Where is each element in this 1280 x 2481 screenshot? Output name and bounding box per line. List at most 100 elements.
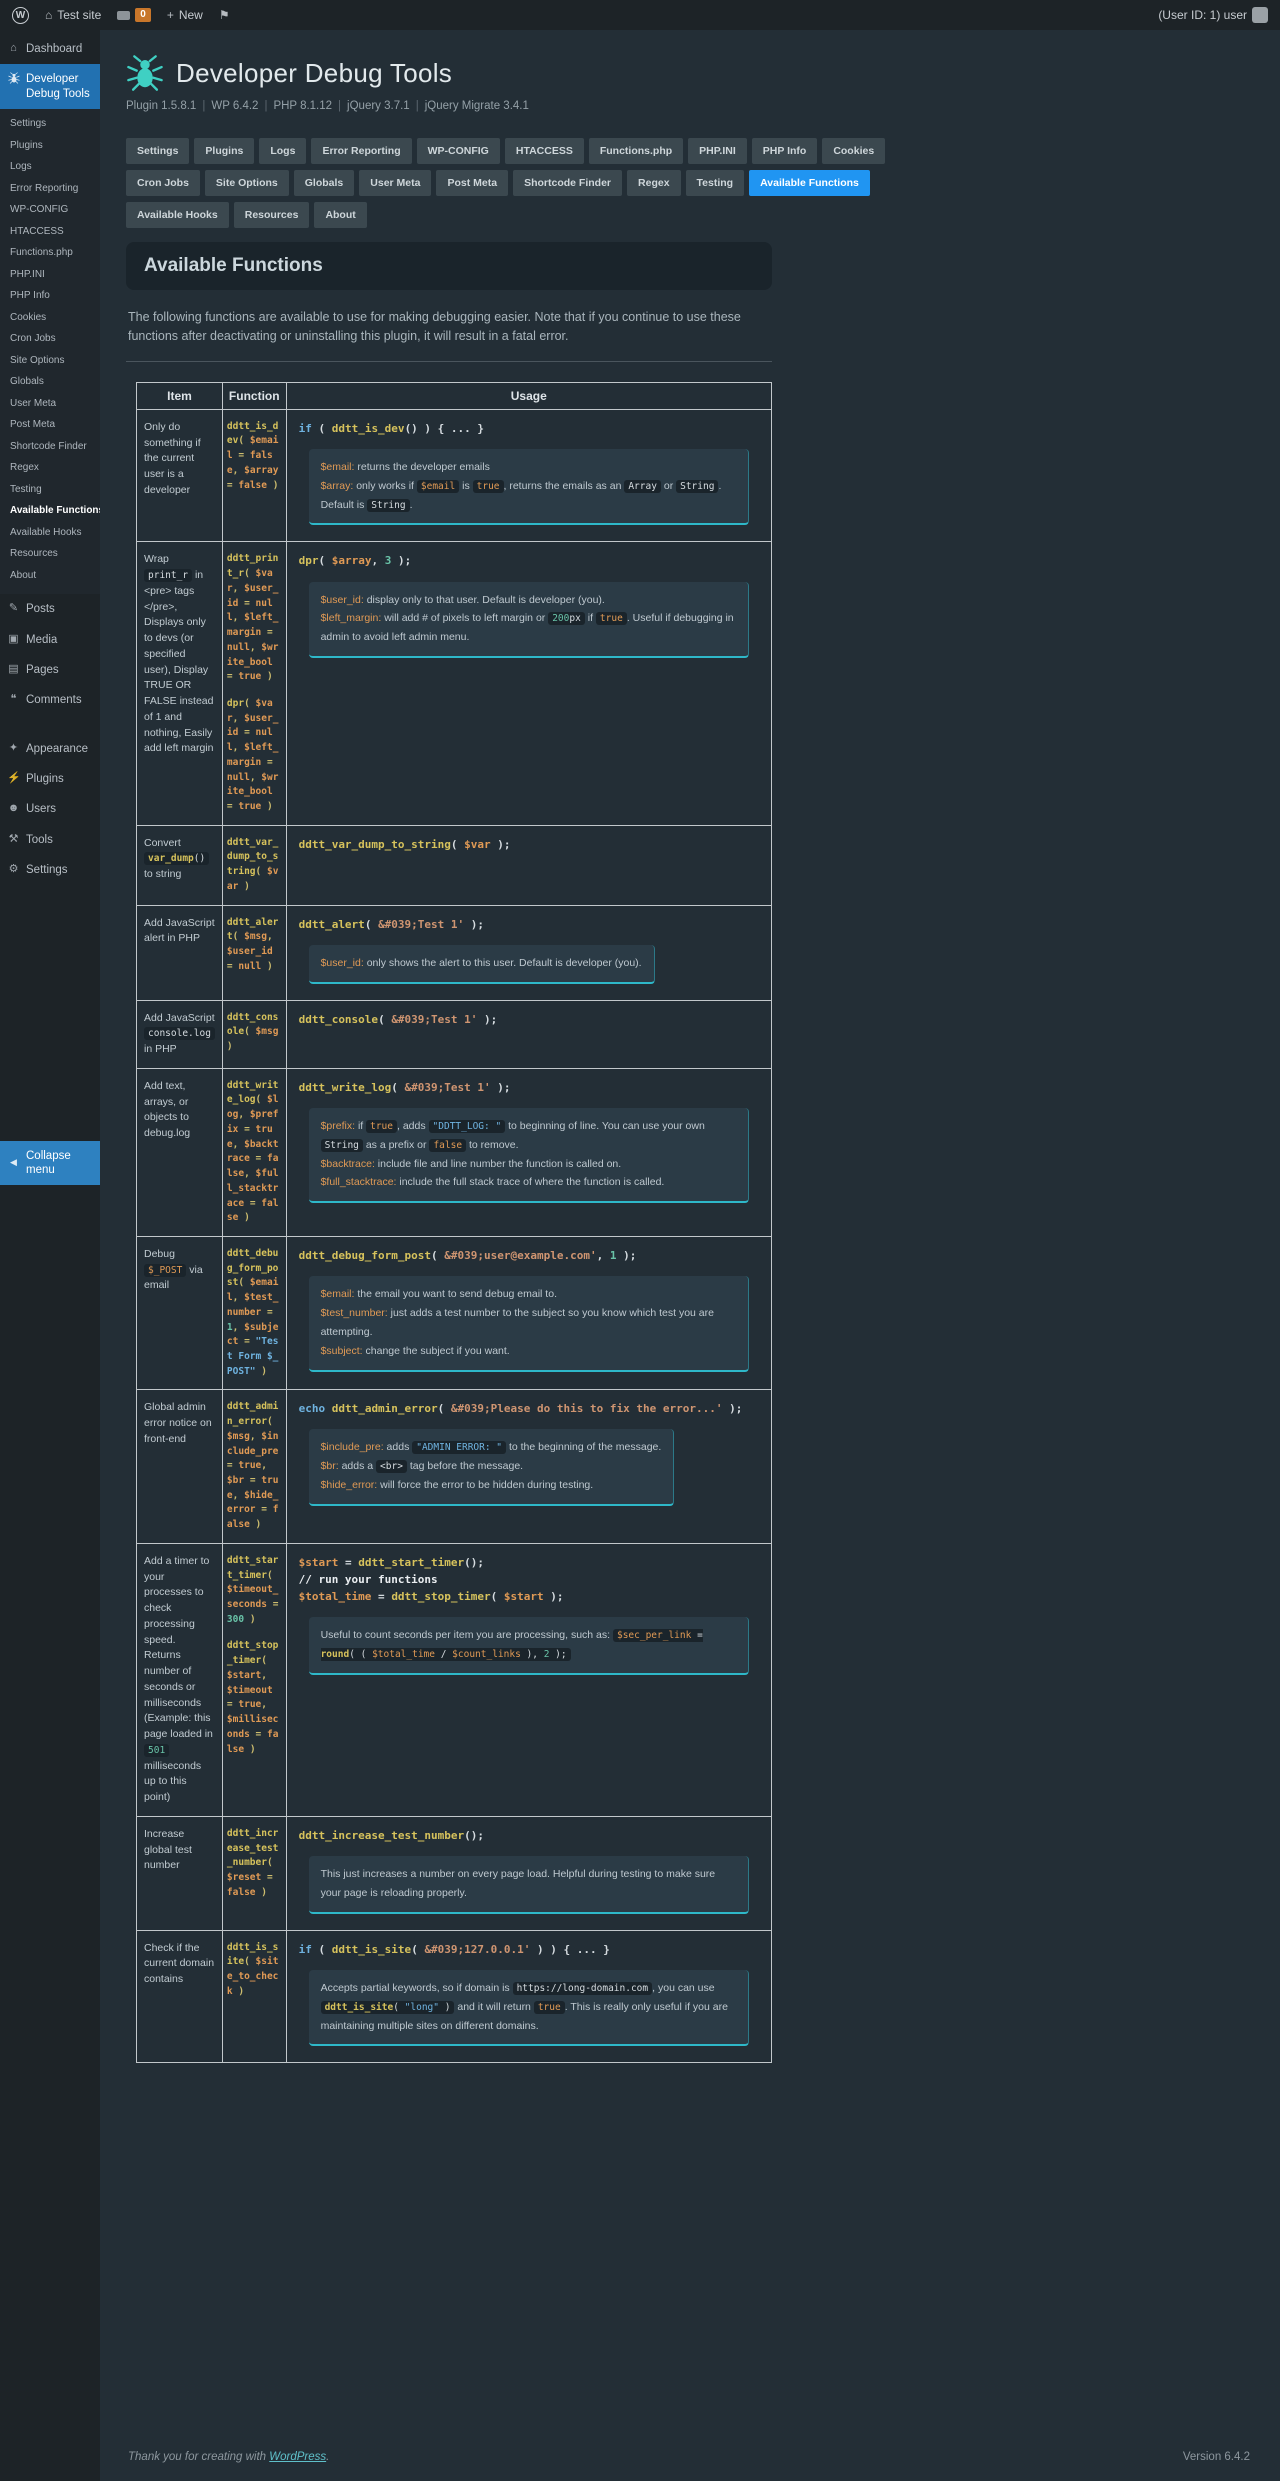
sidebar-item-developer-debug-tools[interactable]: Developer Debug Tools [0, 64, 100, 109]
tab-about[interactable]: About [314, 202, 366, 228]
function-cell: ddtt_debug_form_post( $email, $test_numb… [222, 1236, 286, 1389]
code-token: $start [227, 1670, 261, 1681]
sidebar-sub-testing[interactable]: Testing [0, 479, 100, 501]
function-signature: ddtt_alert( $msg, $user_id = null ) [227, 916, 282, 975]
code-token: ddtt_increase_test_number [299, 1829, 465, 1842]
sidebar-item-pages[interactable]: ▤ Pages [0, 655, 100, 685]
sidebar-item-tools[interactable]: ⚒Tools [0, 825, 100, 855]
sidebar-sub-site-options[interactable]: Site Options [0, 350, 100, 372]
code-token: 1 [227, 1322, 233, 1333]
sidebar-item-dashboard[interactable]: ⌂Dashboard [0, 34, 100, 64]
sidebar-item-plugins[interactable]: ⚡Plugins [0, 764, 100, 794]
meta-part: jQuery Migrate 3.4.1 [425, 100, 529, 112]
wordpress-link[interactable]: WordPress [269, 2451, 326, 2463]
code-token: ddtt_stop_timer [391, 1590, 490, 1603]
note-line: $full_stacktrace: include the full stack… [321, 1173, 736, 1192]
collapse-label: Collapse menu [26, 1149, 93, 1178]
note-line: $subject: change the subject if you want… [321, 1342, 736, 1361]
sidebar-item-comments[interactable]: ❝Comments [0, 685, 100, 715]
sidebar-sub-shortcode-finder[interactable]: Shortcode Finder [0, 436, 100, 458]
plugins-icon: ⚡ [7, 772, 20, 786]
usage-code-line: // run your functions [299, 1571, 759, 1588]
sidebar-sub-user-meta[interactable]: User Meta [0, 393, 100, 415]
item-cell: Add JavaScript console.log in PHP [137, 1000, 223, 1068]
sidebar-sub-cron-jobs[interactable]: Cron Jobs [0, 328, 100, 350]
function-signature: ddtt_stop_timer( $start, $timeout = true… [227, 1639, 282, 1757]
tab-testing[interactable]: Testing [686, 170, 745, 196]
sidebar-sub-php-ini[interactable]: PHP.INI [0, 264, 100, 286]
sidebar-sub-error-reporting[interactable]: Error Reporting [0, 178, 100, 200]
code-token: ddtt_is_dev [332, 422, 405, 435]
tab-php-ini[interactable]: PHP.INI [688, 138, 747, 164]
section-title: Available Functions [144, 255, 754, 277]
note-line: $email: the email you want to send debug… [321, 1285, 736, 1304]
account-menu[interactable]: (User ID: 1) user [1158, 7, 1268, 23]
tab-user-meta[interactable]: User Meta [359, 170, 431, 196]
tab-wp-config[interactable]: WP-CONFIG [417, 138, 500, 164]
function-signature: ddtt_is_dev( $email = false, $array = fa… [227, 420, 282, 494]
sidebar-sub-wp-config[interactable]: WP-CONFIG [0, 199, 100, 221]
sidebar-sub-about[interactable]: About [0, 565, 100, 587]
item-cell: Increase global test number [137, 1816, 223, 1930]
note-line: Accepts partial keywords, so if domain i… [321, 1979, 736, 2036]
sidebar-sub-cookies[interactable]: Cookies [0, 307, 100, 329]
sidebar-item-posts[interactable]: ✎Posts [0, 594, 100, 624]
usage-cell: $start = ddtt_start_timer();// run your … [286, 1543, 771, 1816]
tab-settings[interactable]: Settings [126, 138, 189, 164]
note-line: $prefix: if true, adds "DDTT_LOG: " to b… [321, 1117, 736, 1155]
sidebar-item-appearance[interactable]: ✦Appearance [0, 734, 100, 764]
sidebar-item-settings[interactable]: ⚙Settings [0, 855, 100, 885]
tab-globals[interactable]: Globals [294, 170, 355, 196]
tab-functions-php[interactable]: Functions.php [589, 138, 683, 164]
sidebar-sub-available-hooks[interactable]: Available Hooks [0, 522, 100, 544]
tab-site-options[interactable]: Site Options [205, 170, 289, 196]
note-line: $backtrace: include file and line number… [321, 1155, 736, 1174]
item-cell: Check if the current domain contains [137, 1930, 223, 2063]
sidebar-item-users[interactable]: ☻Users [0, 794, 100, 824]
sidebar-sub-logs[interactable]: Logs [0, 156, 100, 178]
collapse-menu-button[interactable]: ◀ Collapse menu [0, 1141, 100, 1186]
debug-quick-menu[interactable]: ⚑ [219, 8, 230, 22]
sidebar-sub-htaccess[interactable]: HTACCESS [0, 221, 100, 243]
sidebar-sub-available-functions[interactable]: Available Functions [0, 500, 100, 522]
sidebar-sub-post-meta[interactable]: Post Meta [0, 414, 100, 436]
comments-menu[interactable]: 0 [117, 8, 151, 22]
tab-cookies[interactable]: Cookies [822, 138, 885, 164]
page-title: Developer Debug Tools [176, 58, 452, 89]
function-row: Add JavaScript console.log in PHPddtt_co… [137, 1000, 772, 1068]
function-signature: ddtt_write_log( $log, $prefix = true, $b… [227, 1079, 282, 1226]
tab-htaccess[interactable]: HTACCESS [505, 138, 584, 164]
function-row: Global admin error notice on front-enddd… [137, 1390, 772, 1543]
tab-post-meta[interactable]: Post Meta [436, 170, 508, 196]
sidebar-sub-regex[interactable]: Regex [0, 457, 100, 479]
tab-error-reporting[interactable]: Error Reporting [311, 138, 411, 164]
code-token: round [321, 1649, 350, 1660]
tab-available-hooks[interactable]: Available Hooks [126, 202, 229, 228]
tab-php-info[interactable]: PHP Info [752, 138, 818, 164]
function-signature: ddtt_admin_error( $msg, $include_pre = t… [227, 1400, 282, 1532]
code-token: 501 [148, 1745, 165, 1756]
code-token: &#039;Test 1' [378, 918, 464, 931]
sidebar-sub-php-info[interactable]: PHP Info [0, 285, 100, 307]
inline-code: String [676, 480, 718, 493]
sidebar-sub-functions-php[interactable]: Functions.php [0, 242, 100, 264]
sidebar-sub-settings[interactable]: Settings [0, 113, 100, 135]
pages-icon: ▤ [7, 663, 20, 677]
sidebar-item-media[interactable]: ▣Media [0, 625, 100, 655]
tab-resources[interactable]: Resources [234, 202, 310, 228]
sidebar-item-label: Developer Debug Tools [26, 72, 93, 101]
site-name: Test site [57, 8, 101, 22]
tab-logs[interactable]: Logs [259, 138, 306, 164]
sidebar-sub-globals[interactable]: Globals [0, 371, 100, 393]
tab-plugins[interactable]: Plugins [194, 138, 254, 164]
tab-regex[interactable]: Regex [627, 170, 681, 196]
tab-cron-jobs[interactable]: Cron Jobs [126, 170, 200, 196]
tab-shortcode-finder[interactable]: Shortcode Finder [513, 170, 622, 196]
tab-available-functions[interactable]: Available Functions [749, 170, 870, 196]
sidebar-item-label: Pages [26, 663, 59, 677]
wordpress-logo-menu[interactable]: W [12, 7, 29, 24]
site-menu[interactable]: ⌂ Test site [45, 8, 101, 22]
new-content-menu[interactable]: + New [167, 8, 203, 22]
sidebar-sub-resources[interactable]: Resources [0, 543, 100, 565]
sidebar-sub-plugins[interactable]: Plugins [0, 135, 100, 157]
